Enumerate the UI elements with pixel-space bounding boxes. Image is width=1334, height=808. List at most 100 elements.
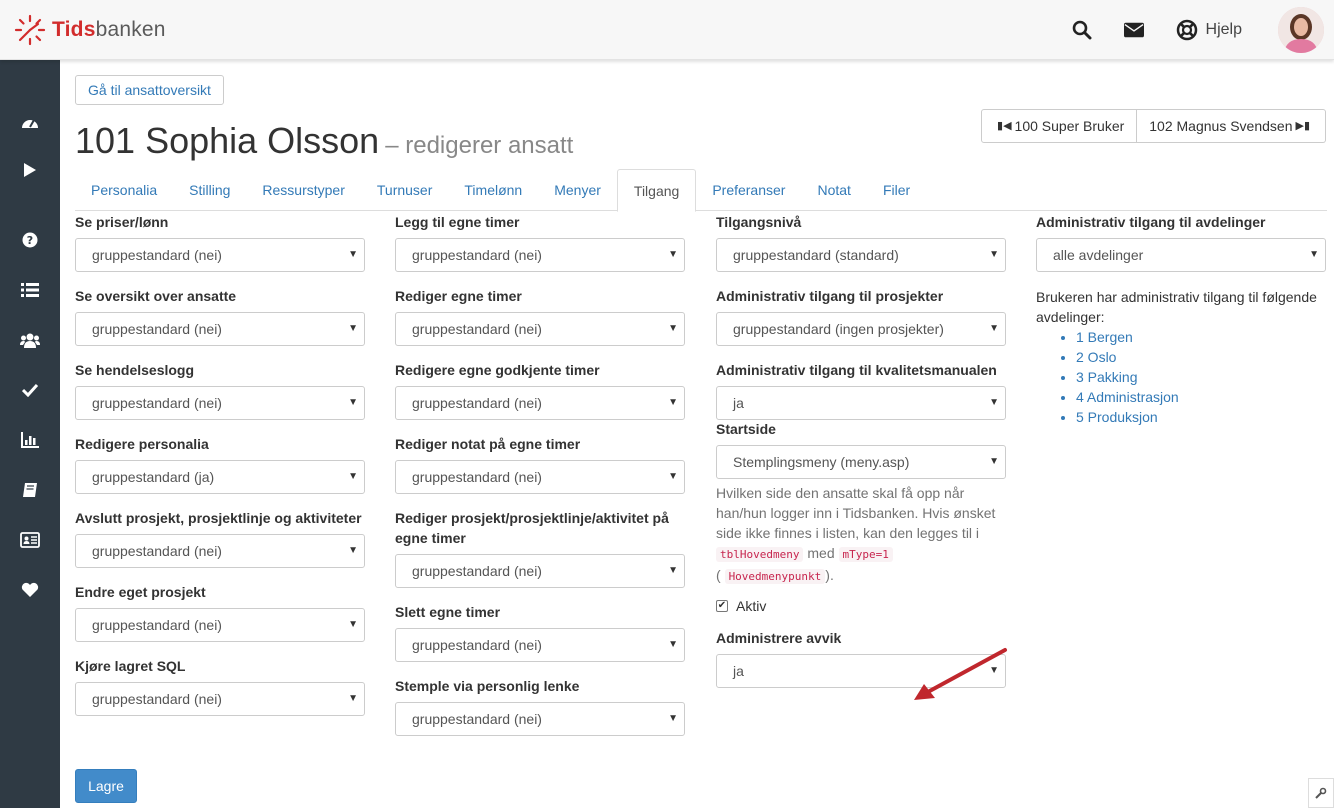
select-edit-approved-hours[interactable]: gruppestandard (nei) ▼ [395, 386, 685, 420]
department-item[interactable]: 1 Bergen [1076, 327, 1326, 347]
select-delete-own-hours[interactable]: gruppestandard (nei) ▼ [395, 628, 685, 662]
help-text: Hvilken side den ansatte skal få opp når… [716, 485, 996, 541]
select-value: Stemplingsmeny (meny.asp) [733, 454, 910, 470]
tab-notat[interactable]: Notat [801, 169, 866, 211]
select-close-project[interactable]: gruppestandard (nei) ▼ [75, 534, 365, 568]
tab-ressurstyper[interactable]: Ressurstyper [246, 169, 360, 211]
select-value: ja [733, 395, 744, 411]
field-label: Rediger egne timer [395, 288, 522, 304]
field-label: Legg til egne timer [395, 214, 520, 230]
field-label: Redigere personalia [75, 436, 209, 452]
save-button[interactable]: Lagre [75, 769, 137, 803]
select-value: gruppestandard (nei) [92, 543, 222, 559]
department-list: 1 Bergen 2 Oslo 3 Pakking 4 Administrasj… [1036, 327, 1326, 427]
users-icon[interactable] [18, 328, 42, 352]
employee-name: 101 Sophia Olsson [75, 120, 380, 161]
play-icon[interactable] [18, 158, 42, 182]
tab-bar: Personalia Stilling Ressurstyper Turnuse… [75, 169, 1327, 212]
active-checkbox[interactable]: ✔ [716, 600, 728, 612]
caret-down-icon: ▼ [348, 471, 358, 482]
select-see-eventlog[interactable]: gruppestandard (nei) ▼ [75, 386, 365, 420]
department-info: Brukeren har administrativ tilgang til f… [1036, 287, 1326, 427]
list-icon[interactable] [18, 278, 42, 302]
select-edit-own-project[interactable]: gruppestandard (nei) ▼ [75, 608, 365, 642]
id-card-icon[interactable] [18, 528, 42, 552]
select-personal-link-stamp[interactable]: gruppestandard (nei) ▼ [395, 702, 685, 736]
employee-overview-button[interactable]: Gå til ansattoversikt [75, 75, 224, 105]
caret-down-icon: ▼ [668, 323, 678, 334]
select-edit-notes[interactable]: gruppestandard (nei) ▼ [395, 460, 685, 494]
page-title: 101 Sophia Olsson – redigerer ansatt [75, 120, 573, 162]
select-edit-own-hours[interactable]: gruppestandard (nei) ▼ [395, 312, 685, 346]
select-admin-quality-manual[interactable]: ja ▼ [716, 386, 1006, 420]
form-group: Stemple via personlig lenke gruppestandar… [395, 676, 685, 736]
field-label: Administrere avvik [716, 630, 842, 646]
book-icon[interactable] [18, 478, 42, 502]
caret-down-icon: ▼ [1309, 249, 1319, 260]
question-icon[interactable]: ? [18, 228, 42, 252]
dashboard-icon[interactable] [18, 110, 42, 134]
form-group: Startside Stemplingsmeny (meny.asp) ▼ [716, 419, 1006, 479]
select-access-level[interactable]: gruppestandard (standard) ▼ [716, 238, 1006, 272]
select-value: gruppestandard (nei) [92, 691, 222, 707]
field-label: Rediger prosjekt/prosjektlinje/aktivitet… [395, 510, 669, 546]
avatar[interactable] [1278, 7, 1324, 53]
heart-icon[interactable] [18, 578, 42, 602]
step-forward-icon: ▶▮ [1295, 120, 1310, 132]
bar-chart-icon[interactable] [18, 428, 42, 452]
tab-turnuser[interactable]: Turnuser [361, 169, 449, 211]
prev-employee-button[interactable]: ▮◀ 100 Super Bruker [981, 109, 1138, 143]
department-item[interactable]: 3 Pakking [1076, 367, 1326, 387]
code-menu-item: Hovedmenypunkt [724, 569, 826, 584]
field-label: Startside [716, 421, 776, 437]
help-link[interactable]: Hjelp [1176, 19, 1242, 41]
tab-menyer[interactable]: Menyer [538, 169, 617, 211]
form-group: Legg til egne timer gruppestandard (nei) ▼ [395, 212, 685, 272]
form-group: Se hendelseslogg gruppestandard (nei) ▼ [75, 360, 365, 420]
select-see-prices[interactable]: gruppestandard (nei) ▼ [75, 238, 365, 272]
caret-down-icon: ▼ [668, 397, 678, 408]
form-group: Endre eget prosjekt gruppestandard (nei) ▼ [75, 582, 365, 642]
brand-logo[interactable]: Tidsbanken [14, 14, 166, 46]
form-group: Rediger egne timer gruppestandard (nei) ▼ [395, 286, 685, 346]
tab-tilgang[interactable]: Tilgang [616, 169, 697, 212]
select-run-sql[interactable]: gruppestandard (nei) ▼ [75, 682, 365, 716]
select-add-own-hours[interactable]: gruppestandard (nei) ▼ [395, 238, 685, 272]
prev-employee-label: 100 Super Bruker [1014, 118, 1125, 134]
code-type: mType=1 [838, 547, 893, 562]
field-label: Se priser/lønn [75, 214, 169, 230]
wrench-icon[interactable] [1308, 778, 1334, 808]
form-group: Redigere personalia gruppestandard (ja) ▼ [75, 434, 365, 494]
field-label: Redigere egne godkjente timer [395, 362, 600, 378]
tab-filer[interactable]: Filer [867, 169, 926, 211]
caret-down-icon: ▼ [989, 456, 999, 467]
employee-pager: ▮◀ 100 Super Bruker 102 Magnus Svendsen ▶▮ [981, 109, 1326, 143]
form-group: Kjøre lagret SQL gruppestandard (nei) ▼ [75, 656, 365, 716]
tab-stilling[interactable]: Stilling [173, 169, 246, 211]
check-icon[interactable] [18, 378, 42, 402]
mail-icon[interactable] [1123, 20, 1144, 40]
tab-timelonn[interactable]: Timelønn [448, 169, 538, 211]
paren-close: ). [825, 567, 834, 583]
select-start-page[interactable]: Stemplingsmeny (meny.asp) ▼ [716, 445, 1006, 479]
select-edit-project-on-hours[interactable]: gruppestandard (nei) ▼ [395, 554, 685, 588]
select-value: gruppestandard (ingen prosjekter) [733, 321, 944, 337]
search-icon[interactable] [1072, 20, 1092, 40]
select-value: gruppestandard (nei) [412, 637, 542, 653]
select-see-employees[interactable]: gruppestandard (nei) ▼ [75, 312, 365, 346]
tab-preferanser[interactable]: Preferanser [696, 169, 801, 211]
lifebuoy-icon [1176, 19, 1197, 41]
department-item[interactable]: 5 Produksjon [1076, 407, 1326, 427]
select-admin-projects[interactable]: gruppestandard (ingen prosjekter) ▼ [716, 312, 1006, 346]
next-employee-button[interactable]: 102 Magnus Svendsen ▶▮ [1137, 109, 1326, 143]
select-value: ja [733, 663, 744, 679]
field-label: Rediger notat på egne timer [395, 436, 581, 452]
department-item[interactable]: 2 Oslo [1076, 347, 1326, 367]
department-item[interactable]: 4 Administrasjon [1076, 387, 1326, 407]
tab-personalia[interactable]: Personalia [75, 169, 173, 211]
active-checkbox-row[interactable]: ✔ Aktiv [716, 598, 1006, 614]
field-label: Se hendelseslogg [75, 362, 195, 378]
select-edit-personalia[interactable]: gruppestandard (ja) ▼ [75, 460, 365, 494]
select-admin-departments[interactable]: alle avdelinger ▼ [1036, 238, 1326, 272]
select-value: gruppestandard (nei) [92, 617, 222, 633]
